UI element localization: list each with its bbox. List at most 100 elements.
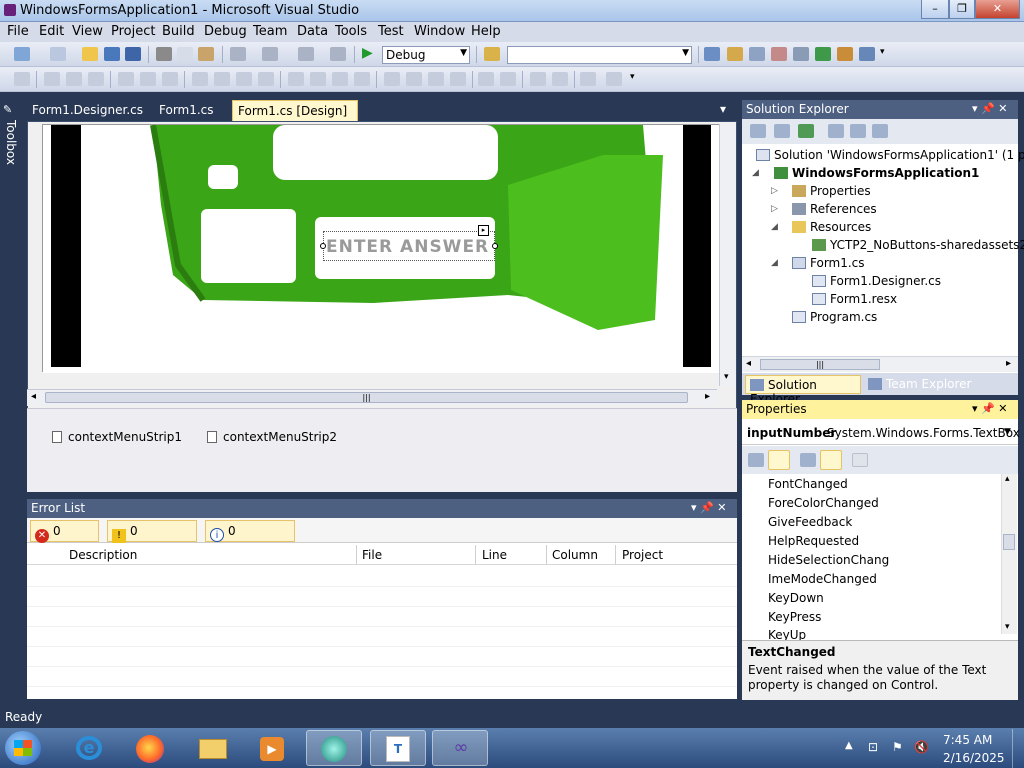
taskbar-app-2[interactable]: T <box>370 730 426 766</box>
event-row[interactable]: KeyDown <box>768 591 824 605</box>
tree-resources[interactable]: Resources <box>792 220 871 234</box>
resize-handle-left[interactable] <box>320 243 326 249</box>
tree-project[interactable]: WindowsFormsApplication1 <box>774 166 979 180</box>
view-code-icon[interactable] <box>828 124 844 138</box>
file-explorer-icon[interactable] <box>184 730 240 766</box>
bring-to-front-icon[interactable] <box>530 72 546 86</box>
collapse-icon[interactable]: ◢ <box>752 168 759 178</box>
action-center-flag-icon[interactable]: ⚑ <box>892 740 903 754</box>
tray-item-context-menu-2[interactable]: contextMenuStrip2 <box>207 430 337 444</box>
collapse-icon[interactable]: ◢ <box>771 258 778 268</box>
tab-form1-designer-cs[interactable]: Form1.Designer.cs <box>27 100 148 121</box>
collapse-icon[interactable]: ◢ <box>771 222 778 232</box>
scroll-right-icon[interactable]: ▸ <box>1006 358 1011 369</box>
event-row[interactable]: GiveFeedback <box>768 515 852 529</box>
save-icon[interactable] <box>104 47 120 61</box>
tab-team-explorer[interactable]: Team Explorer <box>864 375 976 394</box>
start-debugging-icon[interactable]: ▶ <box>362 45 373 61</box>
menu-view[interactable]: View <box>72 24 103 39</box>
volume-muted-icon[interactable]: 🔇 <box>914 740 929 754</box>
event-row[interactable]: HelpRequested <box>768 534 859 548</box>
properties-vscroll[interactable]: ▴ ▾ <box>1001 474 1017 634</box>
messages-filter-button[interactable]: i0 Messages <box>205 520 295 556</box>
event-row[interactable]: ForeColorChanged <box>768 496 879 510</box>
column-description[interactable]: Description <box>69 548 137 562</box>
save-all-icon[interactable] <box>125 47 141 61</box>
menu-project[interactable]: Project <box>111 24 155 39</box>
align-middles-icon[interactable] <box>140 72 156 86</box>
properties-object-select[interactable]: inputNumber System.Windows.Forms.TextBox… <box>742 421 1020 445</box>
column-project[interactable]: Project <box>622 548 663 562</box>
clock-time[interactable]: 7:45 AM <box>943 733 992 747</box>
copy-icon[interactable] <box>177 47 193 61</box>
visual-studio-taskbar-icon[interactable]: ∞ <box>432 730 488 766</box>
properties-icon[interactable] <box>750 124 766 138</box>
make-same-width-icon[interactable] <box>192 72 208 86</box>
show-hidden-icons[interactable]: ▲ <box>845 740 853 751</box>
scroll-down-icon[interactable]: ▾ <box>1005 622 1010 632</box>
object-browser-icon[interactable] <box>749 47 765 61</box>
show-desktop-button[interactable] <box>1012 729 1024 768</box>
view-class-diagram-icon[interactable] <box>872 124 888 138</box>
designer-vertical-scrollbar[interactable]: ▾ <box>719 124 736 386</box>
navigate-forward-icon[interactable] <box>330 47 346 61</box>
column-column[interactable]: Column <box>552 548 598 562</box>
decrease-h-spacing-icon[interactable] <box>332 72 348 86</box>
tab-form1-cs[interactable]: Form1.cs <box>154 100 219 121</box>
tab-order-icon[interactable] <box>580 72 596 86</box>
tree-form1-designer-cs[interactable]: Form1.Designer.cs <box>812 274 941 288</box>
minimize-button[interactable]: – <box>921 0 949 19</box>
make-same-size-icon[interactable] <box>258 72 274 86</box>
decrease-v-spacing-icon[interactable] <box>428 72 444 86</box>
tab-dropdown-icon[interactable]: ▾ <box>720 102 726 116</box>
menu-help[interactable]: Help <box>471 24 501 39</box>
extension-manager-icon[interactable] <box>837 47 853 61</box>
toolbox-icon[interactable] <box>771 47 787 61</box>
properties-view-icon[interactable] <box>800 453 816 467</box>
designer-horizontal-scrollbar[interactable]: ◂ ||| ▸ <box>27 389 717 406</box>
align-tops-icon[interactable] <box>118 72 134 86</box>
align-rights-icon[interactable] <box>88 72 104 86</box>
command-window-icon[interactable] <box>859 47 875 61</box>
warnings-filter-button[interactable]: !0 Warnings <box>107 520 197 557</box>
expand-icon[interactable]: ▷ <box>771 204 778 214</box>
errors-filter-button[interactable]: ✕0 Errors <box>30 520 99 557</box>
event-row[interactable]: KeyPress <box>768 610 821 624</box>
tab-solution-explorer[interactable]: Solution Explorer <box>745 375 861 406</box>
toolbox-tab[interactable]: Toolbox <box>2 120 18 170</box>
open-file-icon[interactable] <box>82 47 98 61</box>
events-lightning-icon[interactable] <box>820 450 842 470</box>
tree-form1-cs[interactable]: Form1.cs <box>792 256 865 270</box>
horizontal-spacing-icon[interactable] <box>288 72 304 86</box>
media-player-icon[interactable]: ▶ <box>245 730 301 766</box>
event-row[interactable]: ImeModeChanged <box>768 572 877 586</box>
scroll-left-icon[interactable]: ◂ <box>31 391 36 402</box>
menu-data[interactable]: Data <box>297 24 328 39</box>
center-vertically-icon[interactable] <box>500 72 516 86</box>
navigate-backward-icon[interactable] <box>298 47 314 61</box>
resize-handle-right[interactable] <box>492 243 498 249</box>
tab-form1-design[interactable]: Form1.cs [Design] ✕ <box>232 100 358 132</box>
toolbar-options-icon[interactable]: ▾ <box>630 72 635 82</box>
tree-properties[interactable]: Properties <box>792 184 871 198</box>
scroll-down-icon[interactable]: ▾ <box>724 372 729 382</box>
firefox-icon[interactable] <box>122 730 178 766</box>
paste-icon[interactable] <box>198 47 214 61</box>
view-designer-icon[interactable] <box>850 124 866 138</box>
column-line[interactable]: Line <box>482 548 507 562</box>
increase-v-spacing-icon[interactable] <box>406 72 422 86</box>
close-button[interactable]: ✕ <box>975 0 1020 19</box>
scroll-thumb[interactable] <box>1003 534 1015 550</box>
panel-controls[interactable]: ▾ 📌 ✕ <box>972 102 1007 115</box>
menu-file[interactable]: File <box>7 24 29 39</box>
expand-icon[interactable]: ▷ <box>771 186 778 196</box>
clock-date[interactable]: 2/16/2025 <box>943 751 1005 765</box>
align-bottoms-icon[interactable] <box>162 72 178 86</box>
remove-h-spacing-icon[interactable] <box>354 72 370 86</box>
panel-controls[interactable]: ▾ 📌 ✕ <box>691 501 726 514</box>
start-page-icon[interactable] <box>815 47 831 61</box>
menu-test[interactable]: Test <box>378 24 404 39</box>
solution-explorer-icon[interactable] <box>704 47 720 61</box>
size-to-grid-icon[interactable] <box>214 72 230 86</box>
find-combo[interactable]: ▼ <box>507 46 692 64</box>
